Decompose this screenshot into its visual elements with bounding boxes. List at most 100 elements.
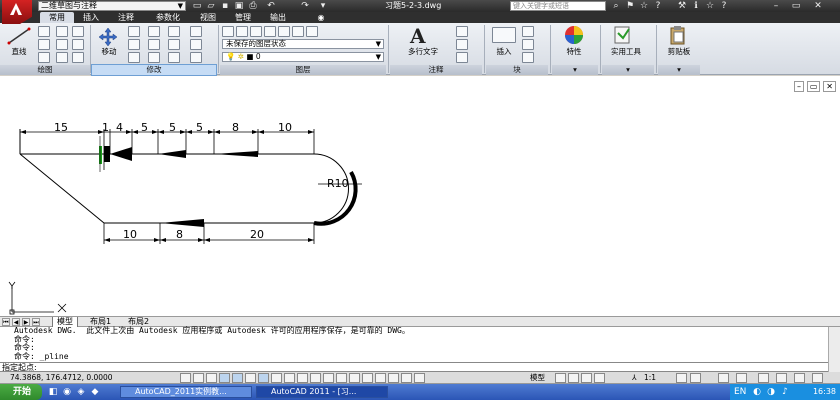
minimize-icon[interactable]: –	[793, 81, 804, 92]
quick-launch-icon[interactable]: ◈	[76, 387, 86, 397]
quick-view-layouts-button[interactable]	[555, 373, 566, 383]
annotation-scale[interactable]: 1:1	[644, 372, 656, 384]
layer-state-icon[interactable]	[236, 26, 248, 37]
stretch-icon[interactable]	[128, 39, 140, 50]
quick-launch-icon[interactable]: ◉	[62, 387, 72, 397]
save-icon[interactable]: ▪	[220, 1, 230, 11]
command-input[interactable]: 指定起点:	[0, 363, 828, 372]
polar-tracking-button[interactable]	[219, 373, 230, 383]
ribbon-minimize-icon[interactable]: ◉	[312, 12, 330, 23]
annotation-visibility-button[interactable]	[676, 373, 687, 383]
layer-freeze-icon[interactable]	[264, 26, 276, 37]
lineweight-button[interactable]	[297, 373, 308, 383]
dynamic-input-button[interactable]	[284, 373, 295, 383]
object-snap-tracking-button[interactable]	[258, 373, 269, 383]
info-icon[interactable]: ℹ	[690, 0, 702, 12]
undo-icon[interactable]: ↶	[266, 1, 276, 11]
layer-match-icon[interactable]	[306, 26, 318, 37]
snap-mode-button[interactable]	[180, 373, 191, 383]
quick-view-drawings-button[interactable]	[568, 373, 579, 383]
communication-center-icon[interactable]: ⚑	[624, 0, 636, 12]
properties-panel-label[interactable]: ▾	[552, 65, 598, 75]
hatch-icon[interactable]	[56, 39, 68, 50]
help-icon[interactable]: ?	[718, 0, 730, 12]
move-icon[interactable]	[97, 27, 119, 47]
taskbar-item-active[interactable]: AutoCAD 2011 - [习...	[256, 386, 388, 398]
next-layout-icon[interactable]: ▶	[22, 318, 30, 326]
properties-icon[interactable]	[562, 25, 586, 45]
insert-block-icon[interactable]	[492, 27, 516, 43]
copy-icon[interactable]	[128, 26, 140, 37]
workspace-dropdown[interactable]: 二维草图与注释 ▼	[38, 1, 186, 11]
trim-icon[interactable]	[168, 26, 180, 37]
annotation-scale-icon[interactable]: ⅄	[632, 372, 637, 384]
annotation-panel-label[interactable]: 注释	[390, 65, 482, 75]
quick-access-menu-icon[interactable]: ▾	[318, 1, 328, 11]
explode-icon[interactable]	[190, 39, 202, 50]
tab-view[interactable]: 视图	[194, 12, 222, 23]
tools-icon[interactable]: ⚒	[676, 0, 688, 12]
arc-icon[interactable]	[38, 52, 50, 63]
zoom-icon[interactable]	[594, 373, 605, 383]
rotate-icon[interactable]	[148, 26, 160, 37]
pan-button[interactable]	[388, 373, 399, 383]
restore-icon[interactable]: ▭	[806, 81, 821, 92]
hardware-acceleration-icon[interactable]	[758, 373, 769, 383]
rectangle-icon[interactable]	[56, 26, 68, 37]
tab-home[interactable]: 常用	[40, 12, 74, 23]
close-icon[interactable]: ✕	[812, 0, 824, 12]
modify-panel-label[interactable]: 修改	[91, 64, 217, 76]
create-block-icon[interactable]	[522, 26, 534, 37]
polyline-icon[interactable]	[38, 26, 50, 37]
tab-insert[interactable]: 插入	[78, 12, 104, 23]
quick-properties-button[interactable]	[323, 373, 334, 383]
line-tool-icon[interactable]	[6, 26, 32, 46]
tab-output[interactable]: 输出	[264, 12, 292, 23]
table-icon[interactable]	[72, 52, 84, 63]
clipboard-icon[interactable]	[668, 25, 688, 45]
tray-icon[interactable]: ◐	[752, 387, 762, 397]
model-space-button[interactable]	[362, 373, 373, 383]
tab-annotate[interactable]: 注释	[112, 12, 140, 23]
offset-icon[interactable]	[168, 52, 180, 63]
object-snap-button[interactable]	[232, 373, 243, 383]
start-button[interactable]: 开始	[0, 384, 42, 400]
array-icon[interactable]	[148, 52, 160, 63]
block-panel-label[interactable]: 块	[486, 65, 548, 75]
scale-icon[interactable]	[128, 52, 140, 63]
layer-dropdown[interactable]: 💡 ✲ ■ 0 ▼	[222, 52, 384, 62]
edit-block-icon[interactable]	[522, 39, 534, 50]
redo-icon[interactable]: ↷	[300, 1, 310, 11]
print-icon[interactable]: ⎙	[248, 1, 258, 11]
star-icon[interactable]: ☆	[638, 0, 650, 12]
region-icon[interactable]	[72, 39, 84, 50]
grid-display-button[interactable]	[193, 373, 204, 383]
help-icon[interactable]: ?	[652, 0, 664, 12]
status-bar-menu-icon[interactable]	[794, 373, 805, 383]
edit-icon[interactable]	[190, 52, 202, 63]
steering-wheel-button[interactable]	[414, 373, 425, 383]
layer-isolate-icon[interactable]	[250, 26, 262, 37]
layers-panel-label[interactable]: 图层	[220, 65, 386, 75]
spline-icon[interactable]	[72, 26, 84, 37]
tab-manage[interactable]: 管理	[228, 12, 258, 23]
layout-button[interactable]	[375, 373, 386, 383]
draw-panel-label[interactable]: 绘图	[0, 65, 90, 75]
auto-scale-button[interactable]	[690, 373, 701, 383]
save-as-icon[interactable]: ▣	[234, 1, 244, 11]
tray-icon[interactable]: ◑	[766, 387, 776, 397]
close-icon[interactable]: ✕	[823, 81, 836, 92]
circle-icon[interactable]	[38, 39, 50, 50]
quick-launch-icon[interactable]: ◆	[90, 387, 100, 397]
command-scrollbar[interactable]	[828, 327, 840, 372]
first-layout-icon[interactable]: ⏮	[2, 318, 10, 326]
toolbar-lock-icon[interactable]	[736, 373, 747, 383]
taskbar-item[interactable]: AutoCAD_2011实例教...	[120, 386, 252, 398]
workspace-switching-icon[interactable]	[718, 373, 729, 383]
minimize-icon[interactable]: –	[770, 0, 782, 12]
utilities-icon[interactable]	[612, 25, 634, 45]
clean-screen-icon[interactable]	[812, 373, 823, 383]
volume-icon[interactable]: ♪	[780, 387, 790, 397]
layer-lock-icon[interactable]	[292, 26, 304, 37]
ucs-button[interactable]	[271, 373, 282, 383]
